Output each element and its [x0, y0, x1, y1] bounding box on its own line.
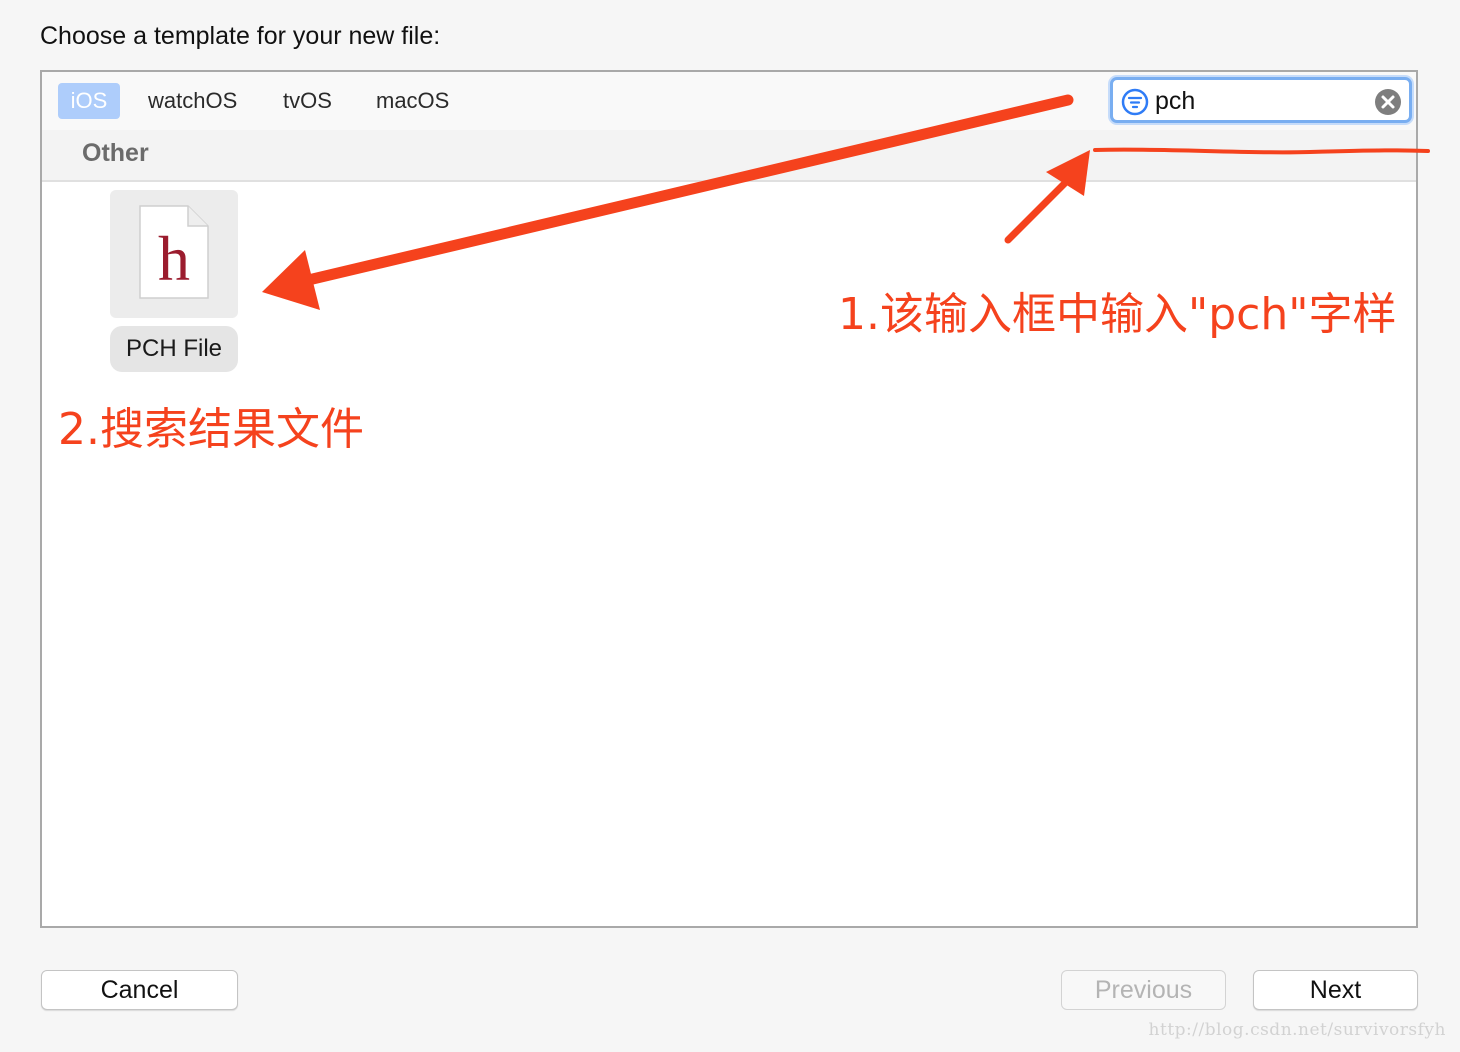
section-header: Other — [42, 130, 1416, 182]
template-label[interactable]: PCH File — [110, 326, 238, 372]
template-chooser-panel: iOS watchOS tvOS macOS Other h — [40, 70, 1418, 928]
cancel-button[interactable]: Cancel — [41, 970, 238, 1010]
template-search-field[interactable] — [1110, 77, 1412, 123]
next-button[interactable]: Next — [1253, 970, 1418, 1010]
header-file-glyph: h — [158, 223, 190, 294]
header-file-icon: h — [139, 205, 209, 299]
template-tile-pch-file[interactable]: h — [110, 190, 238, 318]
watermark: http://blog.csdn.net/survivorsfyh — [1148, 1020, 1446, 1040]
search-input[interactable] — [1155, 84, 1365, 118]
annotation-step-2: 2.搜索结果文件 — [58, 404, 364, 455]
filter-icon[interactable] — [1121, 88, 1149, 116]
annotation-step-1: 1.该输入框中输入"pch"字样 — [838, 289, 1397, 340]
previous-button[interactable]: Previous — [1061, 970, 1226, 1010]
tab-watchos[interactable]: watchOS — [138, 83, 247, 119]
tab-tvos[interactable]: tvOS — [273, 83, 342, 119]
section-title: Other — [82, 139, 149, 167]
tab-macos[interactable]: macOS — [366, 83, 459, 119]
dialog-title: Choose a template for your new file: — [40, 22, 441, 50]
platform-tab-bar: iOS watchOS tvOS macOS — [42, 72, 1416, 132]
tab-ios[interactable]: iOS — [58, 83, 120, 119]
clear-icon[interactable] — [1374, 88, 1402, 116]
